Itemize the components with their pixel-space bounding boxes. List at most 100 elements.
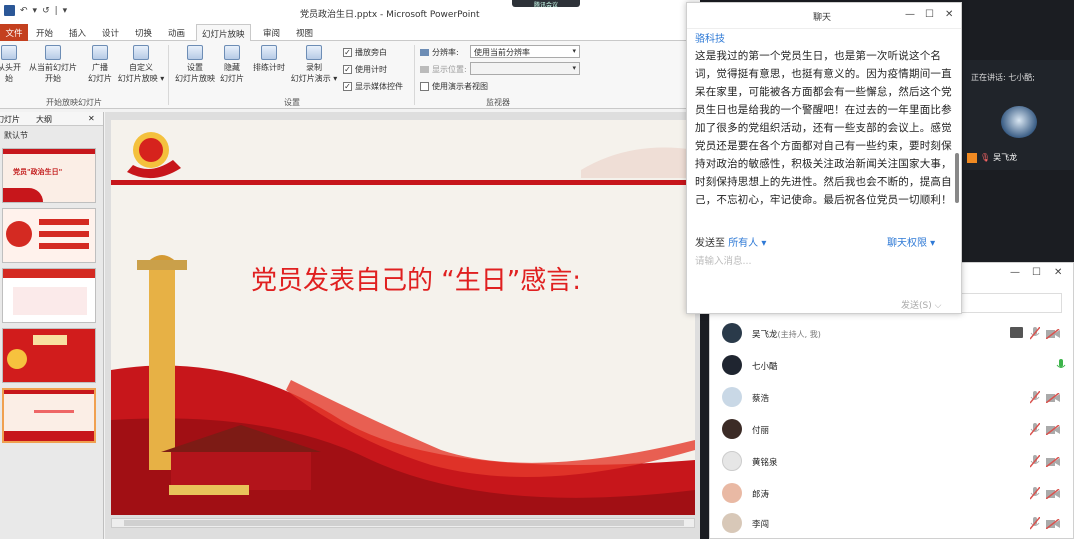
speaking-label: 正在讲话: 七小酷; (971, 73, 1035, 82)
setup-slideshow-button[interactable]: 设置 幻灯片放映 (172, 45, 218, 84)
chat-input[interactable]: 请输入消息... (695, 253, 752, 267)
record-slideshow-button[interactable]: 录制 幻灯片演示 ▾ (288, 45, 340, 84)
meeting-badge[interactable]: 腾讯会议 (512, 0, 580, 9)
participant-name: 付丽 (752, 426, 770, 436)
send-button[interactable]: 发送(S) ⌵ (901, 298, 941, 311)
show-media-controls-checkbox[interactable]: ✓ 显示媒体控件 (343, 81, 403, 92)
quick-access-toolbar: ↶ ▾ ↺ | ▾ (4, 5, 67, 16)
slide-thumbnail-4[interactable] (2, 328, 96, 383)
tab-slides[interactable]: 幻灯片 (0, 114, 20, 125)
mic-muted-icon[interactable] (1030, 423, 1040, 436)
mic-muted-icon[interactable] (1030, 517, 1040, 530)
slideshow-current-icon (45, 45, 61, 60)
mic-active-icon[interactable] (1056, 359, 1066, 372)
horizontal-scrollbar[interactable] (111, 518, 695, 528)
tab-animations[interactable]: 动画 (168, 27, 185, 39)
maximize-icon[interactable]: ☐ (925, 9, 934, 20)
message-text: 这是我过的第一个党员生日，也是第一次听说这个名词，觉得挺有意思，也挺有意义的。因… (695, 50, 952, 206)
camera-off-icon[interactable] (1046, 329, 1060, 339)
camera-off-icon[interactable] (1046, 519, 1060, 529)
tab-review[interactable]: 审阅 (263, 27, 280, 39)
undo-icon[interactable]: ↶ (20, 6, 28, 16)
tab-outline[interactable]: 大纲 (36, 114, 52, 125)
scrollbar-thumb[interactable] (124, 520, 684, 526)
recipient-select[interactable]: 所有人 ▾ (728, 238, 766, 249)
window-title: 党员政治生日.pptx - Microsoft PowerPoint (300, 10, 480, 20)
from-current-button[interactable]: 从当前幻灯片 开始 (26, 45, 80, 84)
camera-off-icon[interactable] (1046, 425, 1060, 435)
mic-muted-icon[interactable] (1030, 327, 1040, 340)
from-beginning-button[interactable]: 从头开始 (0, 45, 24, 84)
rehearse-timings-button[interactable]: 排练计时 (250, 45, 288, 73)
checkmark-icon: ✓ (343, 48, 352, 57)
mic-muted-icon[interactable] (1030, 455, 1040, 468)
participant-row[interactable]: 七小酷 (720, 353, 1066, 381)
slide-thumbnail-1[interactable]: 党员"政治生日" (2, 148, 96, 203)
chat-scrollbar[interactable] (955, 153, 959, 203)
participant-name: 黄铭泉 (752, 458, 778, 468)
tab-design[interactable]: 设计 (102, 27, 119, 39)
avatar (722, 419, 742, 439)
slide-thumbnail-pane: 幻灯片 大纲 ✕ 默认节 党员"政治生日" (0, 112, 104, 539)
chat-window: 聊天 — ☐ ✕ 骆科技 这是我过的第一个党员生日，也是第一次听说这个名词，觉得… (686, 2, 962, 314)
resolution-label: 分辨率: (420, 47, 459, 58)
custom-slideshow-button[interactable]: 自定义 幻灯片放映 ▾ (116, 45, 166, 84)
chat-permission-button[interactable]: 聊天权限 ▾ (887, 234, 935, 249)
tab-view[interactable]: 视图 (296, 27, 313, 39)
customize-qat-icon[interactable]: ▾ (63, 6, 68, 16)
chat-header: 聊天 — ☐ ✕ (687, 3, 961, 29)
play-narration-checkbox[interactable]: ✓ 播放旁白 (343, 47, 387, 58)
participant-row[interactable]: 郎涛 (720, 481, 1065, 509)
user-icon (967, 152, 977, 163)
tab-home[interactable]: 开始 (36, 27, 53, 39)
avatar (722, 387, 742, 407)
show-on-select[interactable]: ▾ (470, 62, 580, 75)
participant-row[interactable]: 黄铭泉 (720, 449, 1065, 477)
use-timings-checkbox[interactable]: ✓ 使用计时 (343, 64, 387, 75)
resolution-select[interactable]: 使用当前分辨率 ▾ (470, 45, 580, 58)
camera-off-icon[interactable] (1046, 489, 1060, 499)
tab-insert[interactable]: 插入 (69, 27, 86, 39)
participant-name: 吴飞龙 (752, 330, 778, 340)
title-bar: ↶ ▾ ↺ | ▾ 党员政治生日.pptx - Microsoft PowerP… (0, 0, 700, 24)
minimize-icon[interactable]: — (905, 9, 915, 20)
mic-muted-icon[interactable] (1030, 487, 1040, 500)
close-icon[interactable]: ✕ (1054, 267, 1062, 278)
slide-thumbnail-5[interactable] (2, 388, 96, 443)
monitor-group-label: 监视器 (486, 98, 510, 107)
undo-dropdown-icon[interactable]: ▾ (33, 6, 38, 16)
slide-header-bar (111, 180, 695, 185)
camera-off-icon[interactable] (1046, 457, 1060, 467)
slide-thumbnail-3[interactable] (2, 268, 96, 323)
mic-muted-icon[interactable] (1030, 391, 1040, 404)
group-separator (414, 45, 415, 105)
maximize-icon[interactable]: ☐ (1032, 267, 1041, 278)
checkmark-icon: ✓ (343, 82, 352, 91)
close-icon[interactable]: ✕ (945, 9, 953, 20)
minimize-icon[interactable]: — (1010, 267, 1020, 278)
presenter-view-checkbox[interactable]: 使用演示者视图 (420, 81, 488, 92)
close-icon[interactable]: ✕ (88, 114, 95, 123)
camera-off-icon[interactable] (1046, 393, 1060, 403)
slide-thumbnail-2[interactable] (2, 208, 96, 263)
tab-slideshow[interactable]: 幻灯片放映 (196, 24, 251, 42)
participant-role: (主持人, 我) (777, 330, 821, 339)
participant-row[interactable]: 付丽 (720, 417, 1065, 445)
participant-row[interactable]: 李闯 (720, 511, 1065, 539)
qat-separator: | (54, 5, 58, 16)
participant-row[interactable]: 吴飞龙(主持人, 我) (720, 321, 1065, 349)
redo-icon[interactable]: ↺ (42, 6, 50, 16)
screen-share-icon[interactable] (1010, 327, 1023, 338)
message-sender[interactable]: 骆科技 (695, 30, 725, 45)
hide-slide-button[interactable]: 隐藏 幻灯片 (218, 45, 246, 84)
current-slide[interactable]: 党员发表自己的 “生日”感言: (111, 120, 695, 515)
section-header[interactable]: 默认节 (0, 130, 28, 141)
record-icon (306, 45, 322, 60)
avatar (722, 323, 742, 343)
tab-file[interactable]: 文件 (0, 24, 28, 41)
tab-transitions[interactable]: 切换 (135, 27, 152, 39)
slide-title[interactable]: 党员发表自己的 “生日”感言: (251, 260, 581, 297)
save-icon[interactable] (4, 5, 15, 16)
participant-row[interactable]: 蔡浩 (720, 385, 1065, 413)
broadcast-button[interactable]: 广播 幻灯片 (84, 45, 116, 84)
